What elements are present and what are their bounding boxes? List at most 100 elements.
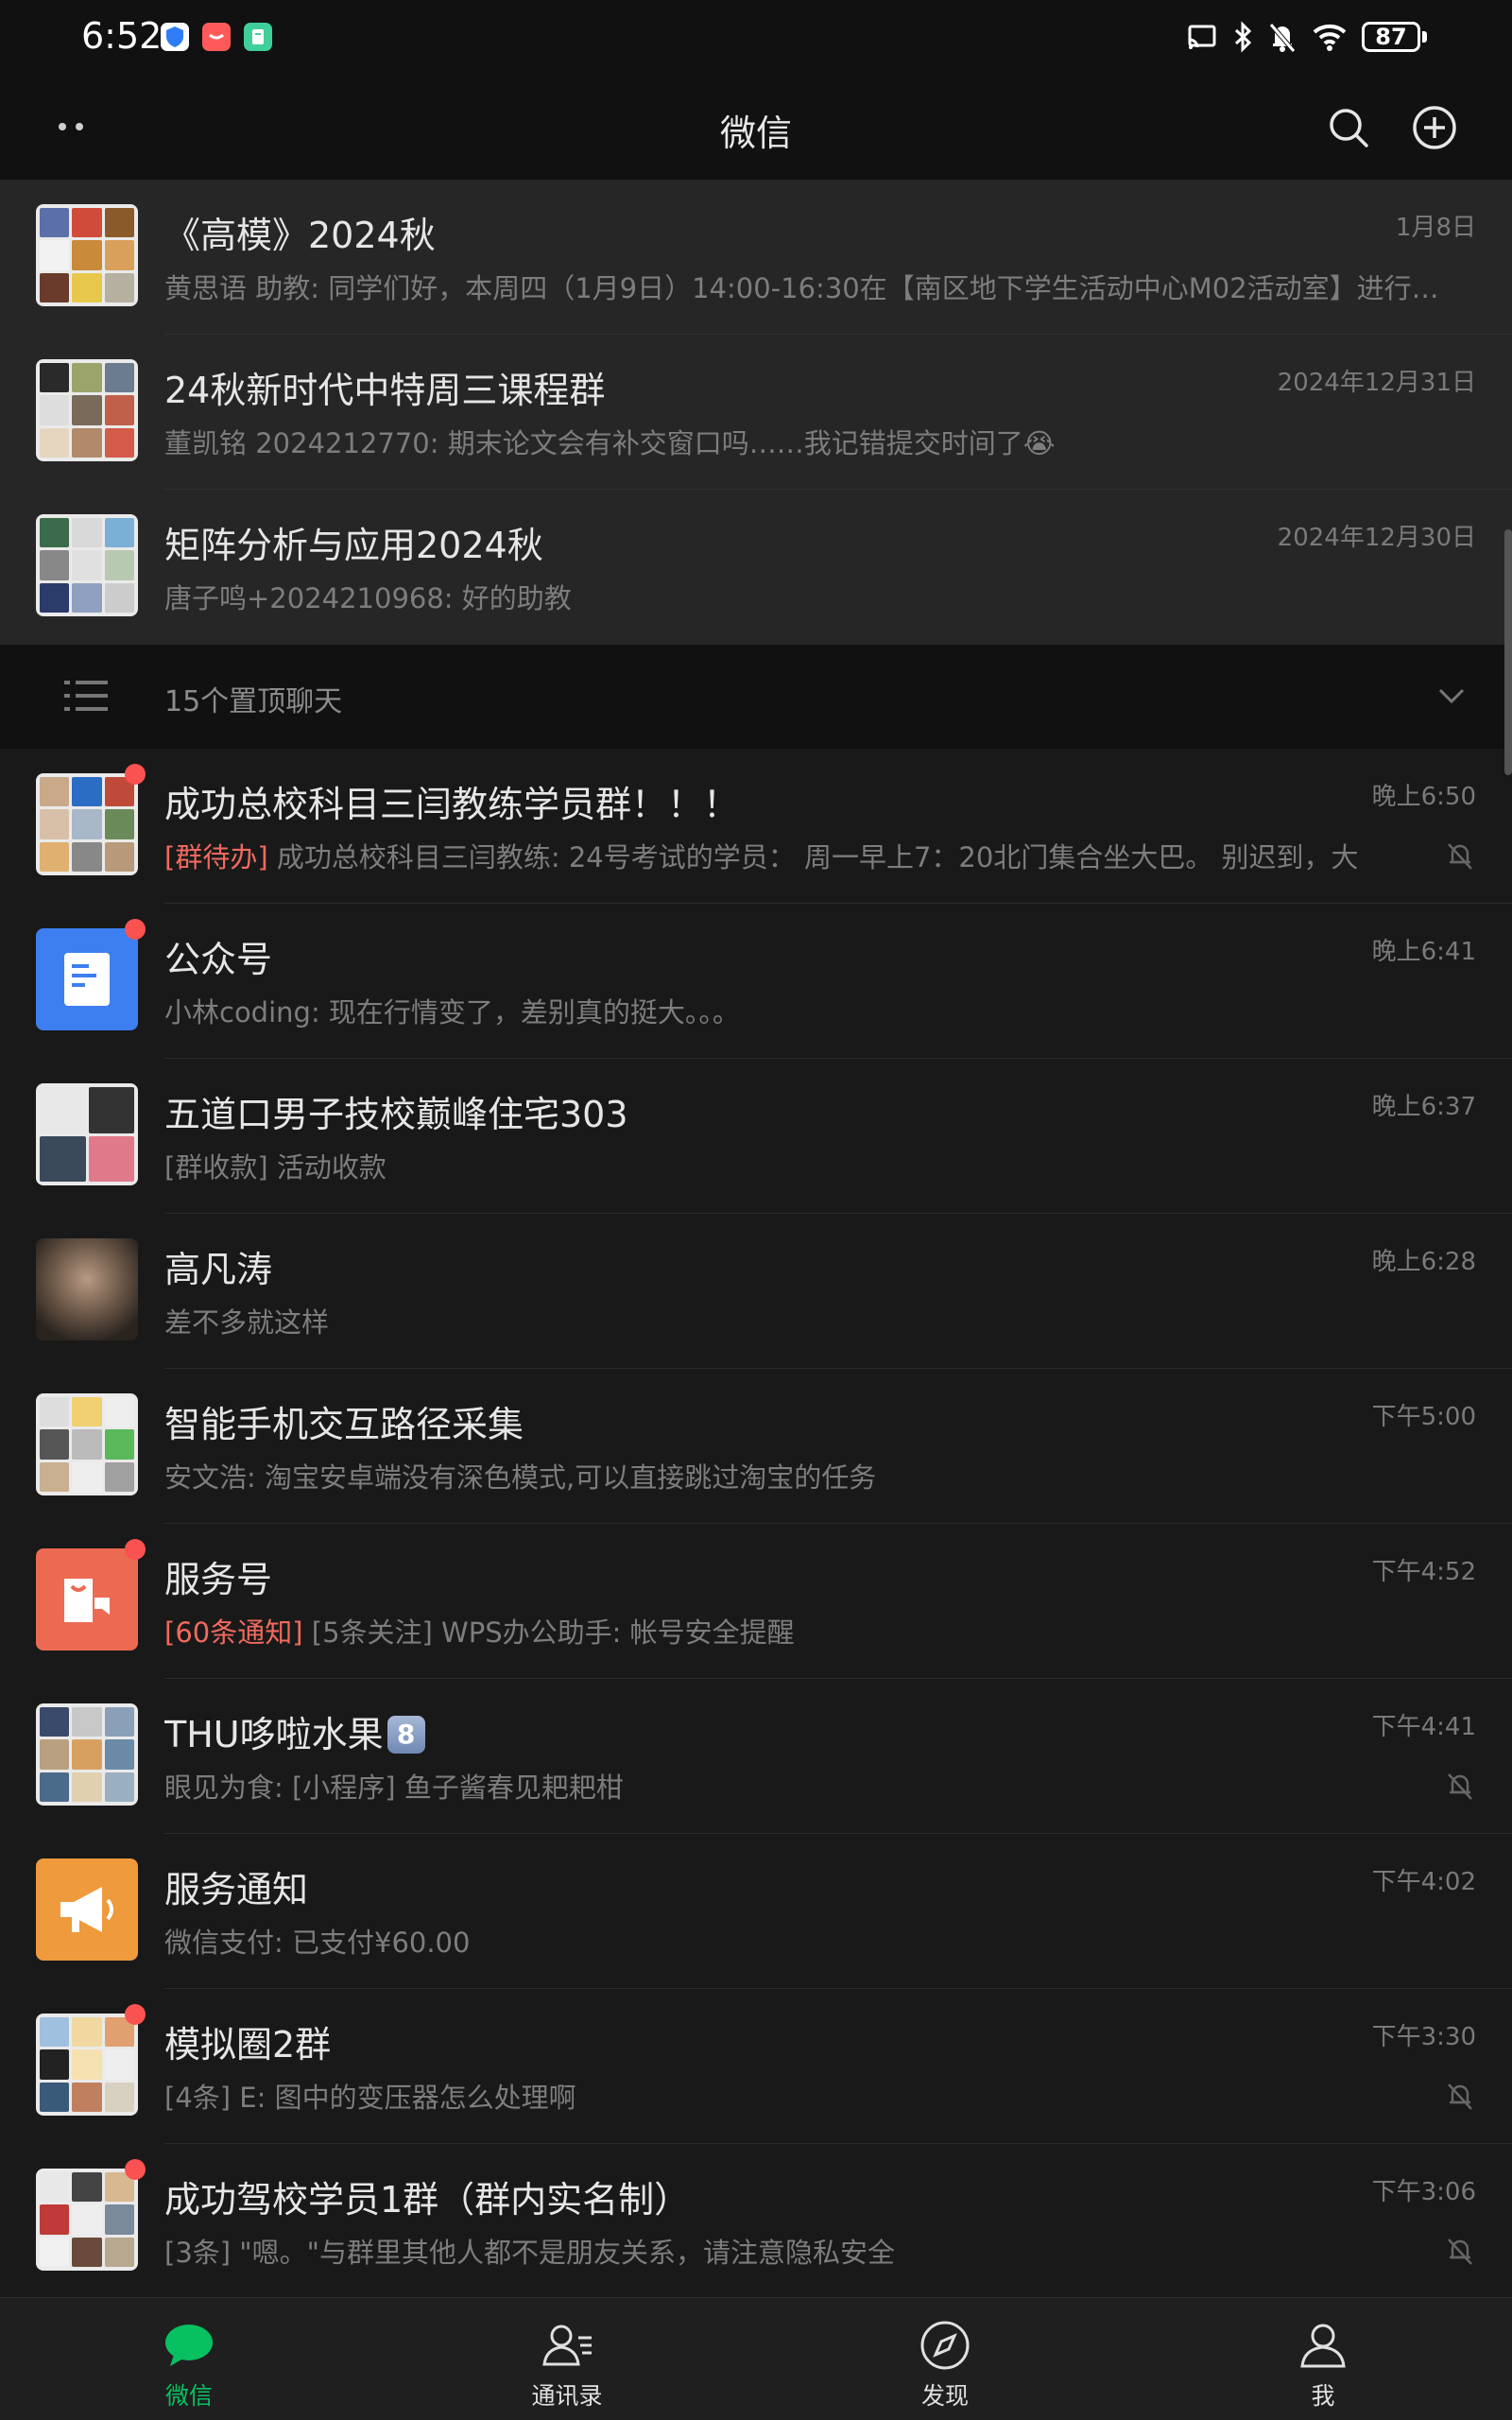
chat-preview: [4条] E: 图中的变压器怎么处理啊	[164, 2082, 576, 2114]
shield-app-icon	[161, 23, 189, 51]
group-todo-tag: [群待办]	[164, 841, 268, 873]
group-avatar	[36, 1393, 138, 1495]
mute-bell-icon	[1448, 2083, 1472, 2110]
chat-row[interactable]: THU哆啦水果 8 下午4:41 眼见为食: [小程序] 鱼子酱春见耙耙柑	[0, 1679, 1512, 1834]
group-avatar	[36, 1083, 138, 1185]
shopping-app-icon	[202, 23, 231, 51]
chat-preview: 唐子鸣+2024210968: 好的助教	[164, 582, 572, 614]
list-icon	[64, 681, 108, 711]
chat-name: 成功驾校学员1群（群内实名制）	[164, 2179, 691, 2221]
chat-row[interactable]: 高凡涛 晚上6:28 差不多就这样	[0, 1214, 1512, 1369]
pinned-count-label: 15个置顶聊天	[164, 685, 343, 718]
chat-row[interactable]: 成功总校科目三闫教练学员群！！！ 晚上6:50 [群待办] 成功总校科目三闫教练…	[0, 749, 1512, 904]
official-accounts-avatar	[36, 928, 138, 1030]
chat-time: 1月8日	[1395, 214, 1476, 242]
chat-name: THU哆啦水果 8	[164, 1705, 425, 1757]
search-icon[interactable]	[1325, 104, 1372, 151]
group-avatar	[36, 2014, 138, 2116]
unread-dot	[125, 919, 146, 940]
chat-row[interactable]: 模拟圈2群 下午3:30 [4条] E: 图中的变压器怎么处理啊	[0, 1989, 1512, 2144]
pinned-chats-toggle[interactable]: 15个置顶聊天	[0, 645, 1512, 749]
megaphone-icon	[60, 1887, 113, 1932]
service-notice-avatar	[36, 1858, 138, 1961]
tab-me[interactable]: 我	[1134, 2298, 1512, 2420]
unread-dot	[125, 2004, 146, 2025]
chat-row[interactable]: 五道口男子技校巅峰住宅303 晚上6:37 [群收款] 活动收款	[0, 1059, 1512, 1214]
notification-count-tag: [60条通知]	[164, 1616, 303, 1649]
chat-preview: 差不多就这样	[164, 1306, 330, 1339]
chat-preview-text: 成功总校科目三闫教练: 24号考试的学员： 周一早上7：20北门集合坐大巴。 别…	[267, 841, 1359, 873]
chat-preview: [群待办] 成功总校科目三闫教练: 24号考试的学员： 周一早上7：20北门集合…	[164, 836, 1383, 875]
app-header: 微信	[0, 76, 1512, 180]
mute-bell-icon	[1448, 1773, 1472, 1800]
pinned-chat-row[interactable]: 《高模》2024秋 1月8日 黄思语 助教: 同学们好，本周四（1月9日）14:…	[0, 180, 1512, 335]
tab-discover[interactable]: 发现	[756, 2298, 1134, 2420]
chat-row[interactable]: 服务通知 下午4:02 微信支付: 已支付¥60.00	[0, 1834, 1512, 1989]
chat-name: 成功总校科目三闫教练学员群！！！	[164, 784, 740, 825]
chat-preview: [3条] "嗯。"与群里其他人都不是朋友关系，请注意隐私安全	[164, 2237, 895, 2269]
chat-row[interactable]: 服务号 下午4:52 [60条通知] [5条关注] WPS办公助手: 帐号安全提…	[0, 1524, 1512, 1679]
chat-name: 服务号	[164, 1559, 273, 1600]
number-badge: 8	[387, 1716, 425, 1754]
document-icon	[64, 953, 110, 1006]
chevron-down-icon[interactable]	[1435, 679, 1469, 713]
chat-preview: [60条通知] [5条关注] WPS办公助手: 帐号安全提醒	[164, 1611, 1450, 1651]
chat-bubble-icon	[165, 2325, 213, 2366]
chat-name: 24秋新时代中特周三课程群	[164, 370, 606, 411]
status-indicators: 87	[1186, 21, 1427, 53]
group-avatar	[36, 514, 138, 616]
group-avatar	[36, 1703, 138, 1806]
tab-label: 发现	[920, 2382, 969, 2410]
pinned-chat-row[interactable]: 24秋新时代中特周三课程群 2024年12月31日 董凯铭 2024212770…	[0, 335, 1512, 490]
tab-label: 通讯录	[531, 2382, 603, 2410]
chat-preview: 微信支付: 已支付¥60.00	[164, 1927, 471, 1959]
chat-time: 下午4:41	[1371, 1713, 1476, 1741]
group-avatar	[36, 2169, 138, 2271]
tab-label: 微信	[164, 2382, 213, 2410]
chat-time: 2024年12月30日	[1277, 524, 1476, 552]
add-circle-icon[interactable]	[1411, 104, 1458, 151]
tab-chats[interactable]: 微信	[0, 2298, 378, 2420]
bell-muted-icon	[1269, 23, 1296, 53]
person-icon	[1300, 2324, 1346, 2368]
chat-time: 晚上6:50	[1371, 783, 1476, 811]
group-avatar	[36, 773, 138, 875]
status-time: 6:52	[81, 15, 163, 57]
chat-time: 晚上6:41	[1371, 938, 1476, 966]
chat-time: 下午4:52	[1371, 1558, 1476, 1586]
chat-time: 2024年12月31日	[1277, 369, 1476, 397]
chat-time: 下午3:06	[1371, 2178, 1476, 2206]
clipboard-app-icon	[244, 23, 272, 51]
unread-dot	[125, 2159, 146, 2180]
chat-row[interactable]: 成功驾校学员1群（群内实名制） 下午3:06 [3条] "嗯。"与群里其他人都不…	[0, 2144, 1512, 2299]
service-accounts-avatar	[36, 1548, 138, 1651]
chat-name: 公众号	[164, 939, 273, 980]
chat-name: 《高模》2024秋	[164, 215, 436, 256]
mute-bell-icon	[1448, 843, 1472, 870]
tab-label: 我	[1311, 2382, 1335, 2410]
mute-bell-icon	[1448, 2238, 1472, 2265]
chat-preview: [群收款] 活动收款	[164, 1151, 387, 1184]
bluetooth-icon	[1234, 21, 1252, 53]
status-bar: 6:52 87	[0, 0, 1512, 76]
scrollbar[interactable]	[1504, 529, 1512, 775]
chat-preview-text: [5条关注] WPS办公助手: 帐号安全提醒	[302, 1616, 795, 1649]
chat-time: 晚上6:37	[1371, 1093, 1476, 1121]
chat-preview: 小林coding: 现在行情变了，差别真的挺大。。。	[164, 996, 740, 1028]
chat-name: 矩阵分析与应用2024秋	[164, 525, 543, 566]
chat-preview: 眼见为食: [小程序] 鱼子酱春见耙耙柑	[164, 1772, 624, 1804]
chat-name: 高凡涛	[164, 1249, 273, 1290]
pinned-chat-row[interactable]: 矩阵分析与应用2024秋 2024年12月30日 唐子鸣+2024210968:…	[0, 490, 1512, 645]
chat-preview: 黄思语 助教: 同学们好，本周四（1月9日）14:00-16:30在【南区地下学…	[164, 272, 1439, 304]
group-avatar	[36, 204, 138, 306]
bottom-tab-bar: 微信 通讯录 发现 我	[0, 2297, 1512, 2420]
chat-time: 下午3:30	[1371, 2023, 1476, 2051]
tab-contacts[interactable]: 通讯录	[378, 2298, 756, 2420]
chat-row[interactable]: 公众号 晚上6:41 小林coding: 现在行情变了，差别真的挺大。。。	[0, 904, 1512, 1059]
chat-row[interactable]: 智能手机交互路径采集 下午5:00 安文浩: 淘宝安卓端没有深色模式,可以直接跳…	[0, 1369, 1512, 1524]
chat-time: 下午4:02	[1371, 1868, 1476, 1896]
chat-time: 下午5:00	[1371, 1403, 1476, 1431]
chat-name: 智能手机交互路径采集	[164, 1404, 524, 1445]
shopping-bag-icon	[64, 1579, 110, 1622]
chat-list: 《高模》2024秋 1月8日 黄思语 助教: 同学们好，本周四（1月9日）14:…	[0, 180, 1512, 2299]
